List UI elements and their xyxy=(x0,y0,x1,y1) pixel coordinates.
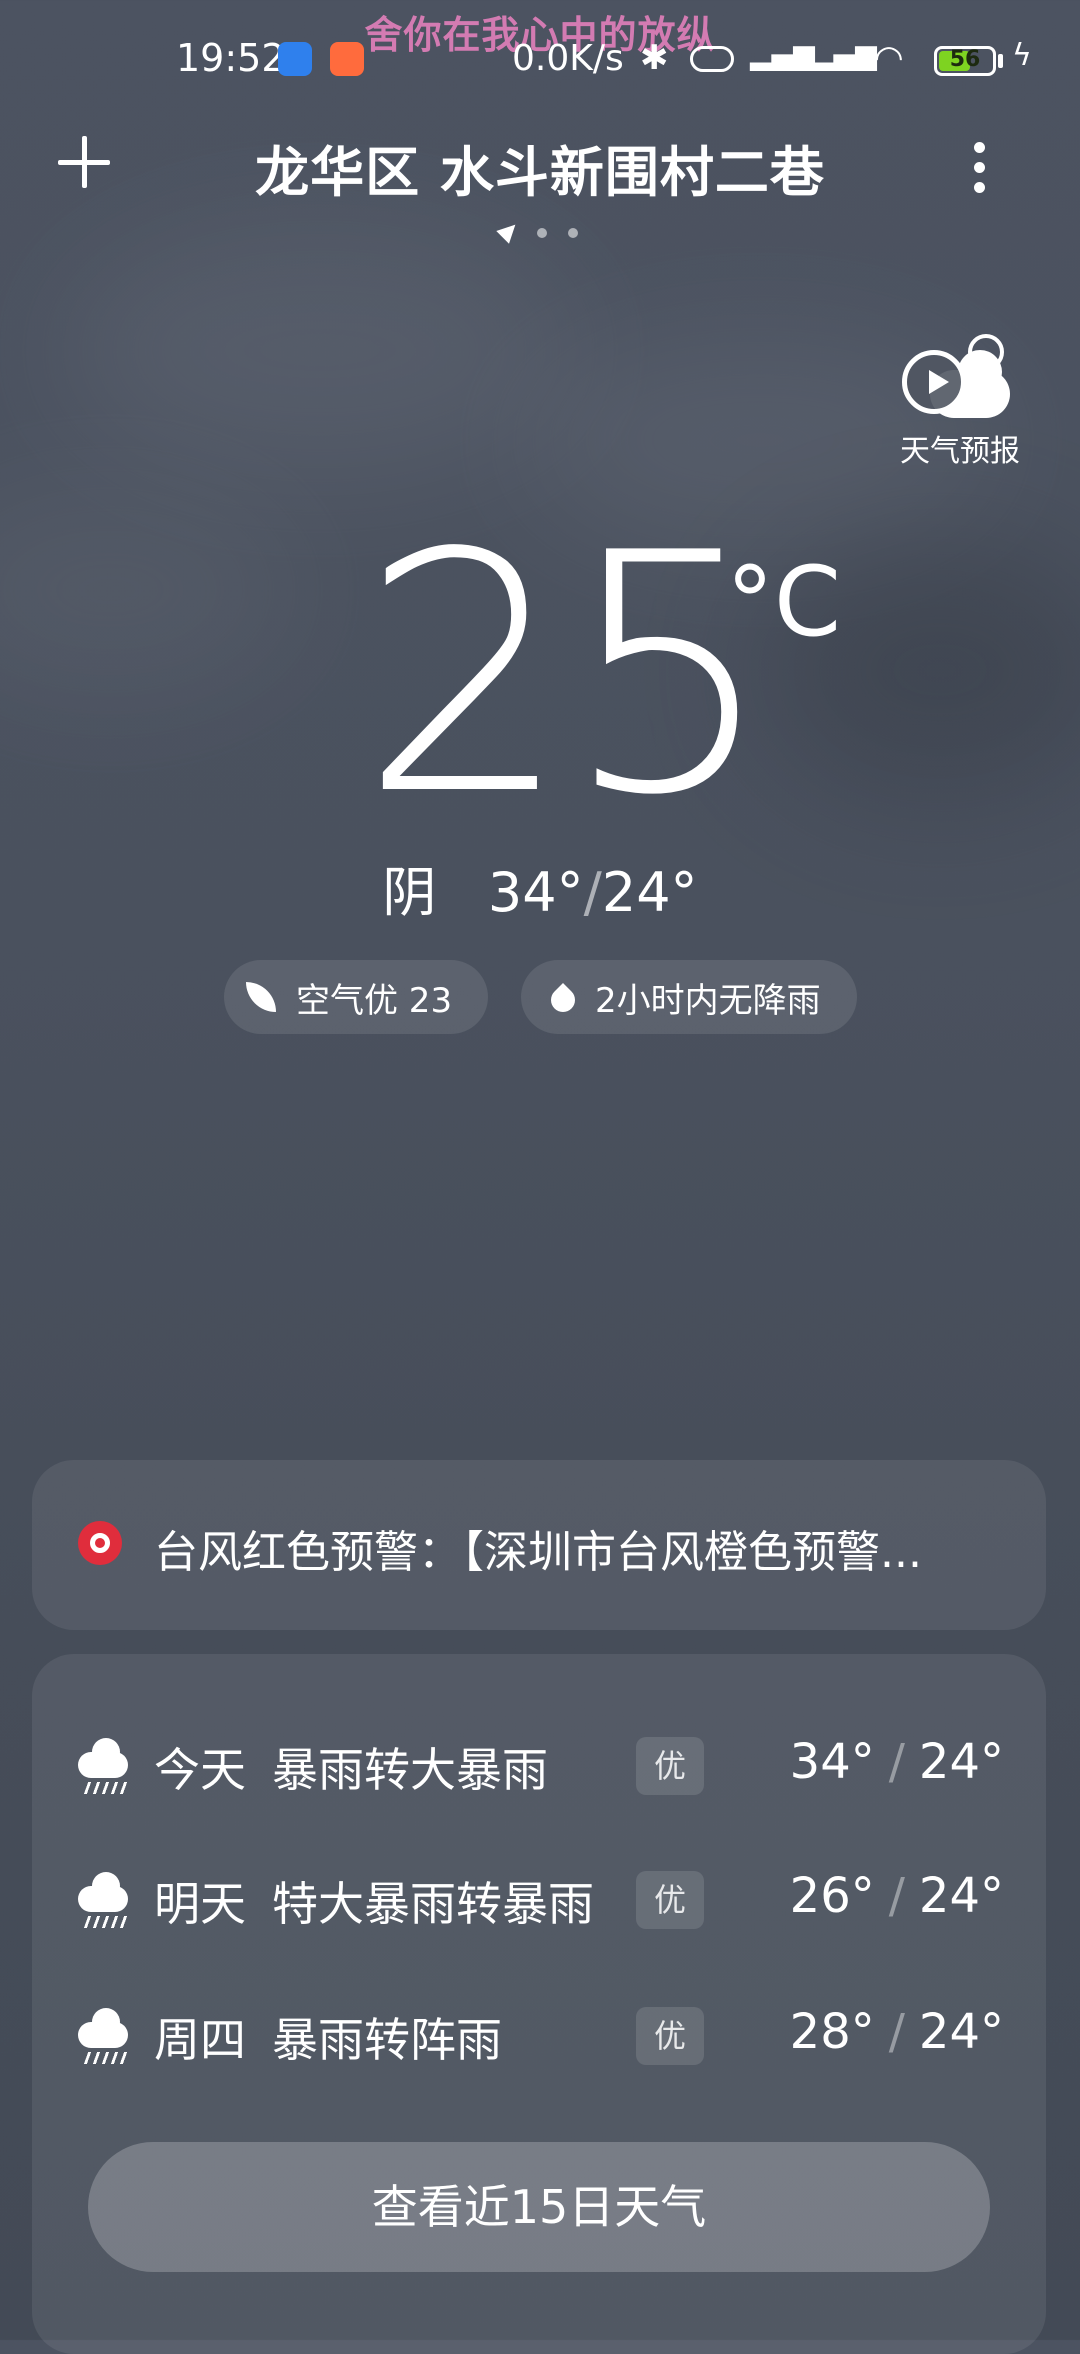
status-bar: 舍你在我心中的放纵 19:52 0.0K/s ✱ ▂▄▆ ▂▄▆ ◠ 56 ϟ xyxy=(0,0,1080,120)
page-dot xyxy=(568,228,578,238)
temp-separator: / xyxy=(888,2004,905,2060)
signal-hd-icon: ▂▄▆ xyxy=(750,38,815,71)
heavy-rain-icon xyxy=(78,1872,130,1928)
bluetooth-icon: ✱ xyxy=(640,38,669,78)
forecast-row[interactable]: 明天 特大暴雨转暴雨 优 26°/24° xyxy=(32,1854,1046,1944)
battery-level: 56 xyxy=(949,47,981,72)
network-speed: 0.0K/s xyxy=(512,38,624,79)
forecast-temps: 34°/24° xyxy=(790,1734,1004,1790)
temp-slash: / xyxy=(583,861,602,924)
typhoon-alert-card[interactable]: 台风红色预警：【深圳市台风橙色预警... xyxy=(32,1460,1046,1630)
play-icon xyxy=(902,350,966,414)
notification-app-icon xyxy=(278,42,312,76)
precipitation-chip[interactable]: 2小时内无降雨 xyxy=(521,960,857,1034)
forecast-high: 26° xyxy=(789,1868,875,1924)
forecast-high: 28° xyxy=(789,2004,875,2060)
battery-icon: 56 xyxy=(934,46,996,76)
weather-forecast-video-button[interactable]: 天气预报 xyxy=(890,330,1040,470)
typhoon-icon xyxy=(78,1521,122,1565)
page-indicator xyxy=(496,218,598,244)
air-quality-label: 空气优 23 xyxy=(296,980,453,1021)
wifi-icon: ◠ xyxy=(874,38,904,78)
forecast-day: 今天 xyxy=(154,1743,246,1797)
leaf-icon xyxy=(246,982,276,1012)
forecast-day: 明天 xyxy=(154,1877,246,1931)
forecast-aqi-badge: 优 xyxy=(636,1737,704,1795)
precipitation-label: 2小时内无降雨 xyxy=(595,980,821,1021)
raindrop-icon xyxy=(546,983,580,1017)
current-condition: 阴 xyxy=(382,861,437,924)
temperature-unit: °C xyxy=(726,546,842,658)
forecast-aqi-badge: 优 xyxy=(636,1871,704,1929)
daily-forecast-card: 今天 暴雨转大暴雨 优 34°/24° 明天 特大暴雨转暴雨 优 26°/24°… xyxy=(32,1654,1046,2354)
view-15-day-forecast-button[interactable]: 查看近15日天气 xyxy=(88,2142,990,2272)
current-condition-summary: 阴 34°/24° xyxy=(0,848,1080,927)
heavy-rain-icon xyxy=(78,2008,130,2064)
page-dot xyxy=(537,228,547,238)
forecast-condition: 特大暴雨转暴雨 xyxy=(272,1877,594,1931)
forecast-low: 24° xyxy=(918,2004,1004,2060)
location-title[interactable]: 龙华区 水斗新围村二巷 xyxy=(150,128,930,207)
forecast-aqi-badge: 优 xyxy=(636,2007,704,2065)
more-menu-button[interactable] xyxy=(960,138,1000,198)
forecast-condition: 暴雨转大暴雨 xyxy=(272,1743,548,1797)
location-arrow-icon xyxy=(496,218,522,244)
today-high: 34° xyxy=(487,861,584,924)
vibrate-icon xyxy=(690,46,734,72)
forecast-row[interactable]: 周四 暴雨转阵雨 优 28°/24° xyxy=(32,1990,1046,2080)
forecast-day: 周四 xyxy=(154,2013,246,2067)
charging-icon: ϟ xyxy=(1012,38,1032,73)
forecast-temps: 28°/24° xyxy=(790,2004,1004,2060)
forecast-low: 24° xyxy=(918,1734,1004,1790)
forecast-high: 34° xyxy=(789,1734,875,1790)
current-temperature: 25 xyxy=(360,483,774,867)
air-quality-chip[interactable]: 空气优 23 xyxy=(224,960,488,1034)
forecast-row[interactable]: 今天 暴雨转大暴雨 优 34°/24° xyxy=(32,1720,1046,1810)
add-city-button[interactable] xyxy=(52,130,116,194)
forecast-low: 24° xyxy=(918,1868,1004,1924)
forecast-temps: 26°/24° xyxy=(790,1868,1004,1924)
forecast-video-label: 天气预报 xyxy=(900,434,1020,469)
today-low: 24° xyxy=(601,861,698,924)
notification-app-icon xyxy=(330,42,364,76)
signal-hd-icon-2: ▂▄▆ xyxy=(812,38,877,71)
heavy-rain-icon xyxy=(78,1738,130,1794)
temp-separator: / xyxy=(888,1734,905,1790)
temp-separator: / xyxy=(888,1868,905,1924)
status-time: 19:52 xyxy=(176,36,286,80)
alert-text: 台风红色预警：【深圳市台风橙色预警... xyxy=(154,1527,922,1578)
forecast-condition: 暴雨转阵雨 xyxy=(272,2013,502,2067)
